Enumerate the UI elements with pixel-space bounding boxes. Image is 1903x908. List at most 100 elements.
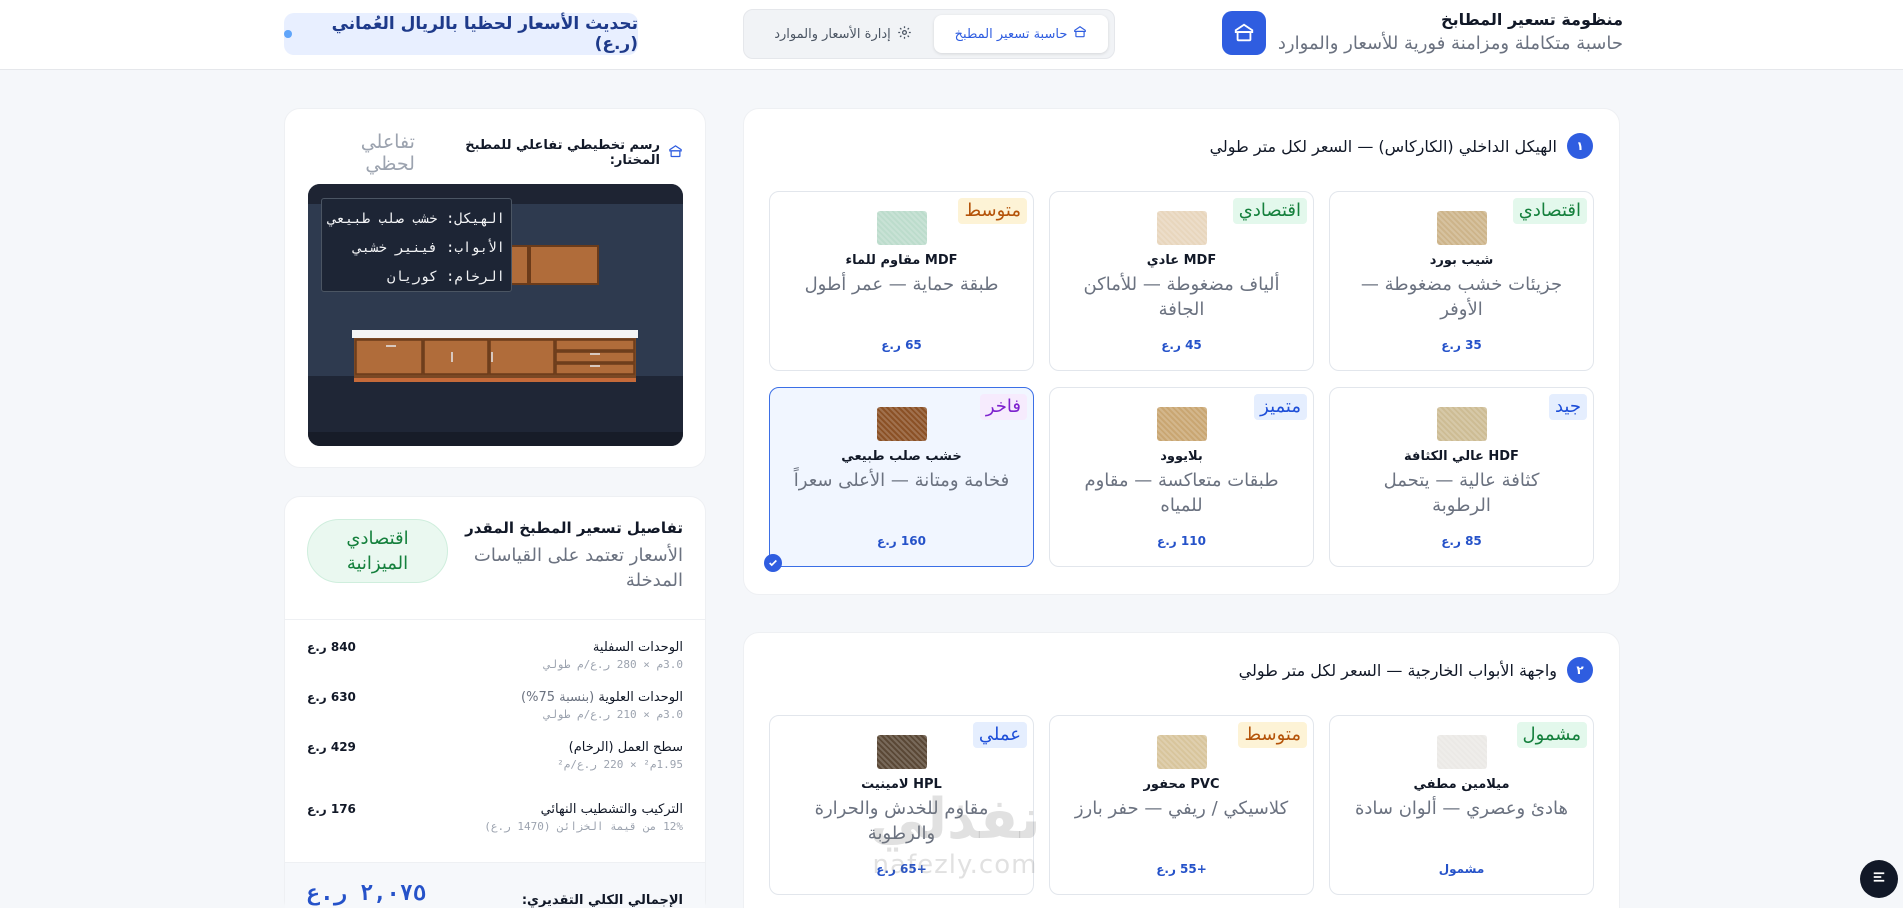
material-card-chipboard[interactable]: اقتصادي شيب بورد جزيئات خشب مضغوطة — الأ… — [1329, 191, 1594, 371]
main-nav: حاسبة تسعير المطبخ إدارة الأسعار والموار… — [743, 9, 1115, 59]
material-desc: فخامة ومتانة — الأعلى سعراً — [793, 470, 1010, 491]
material-price: +65 ر.ع — [876, 862, 927, 876]
legend-row-marble: الرخام: كوريان — [386, 269, 505, 285]
brand: منظومة تسعير المطابخ حاسبة متكاملة ومزام… — [1221, 10, 1623, 56]
tab-label: حاسبة تسعير المطبخ — [954, 26, 1068, 42]
material-swatch — [1156, 407, 1207, 441]
section-number: ٢ — [1567, 657, 1593, 683]
material-swatch — [1436, 211, 1487, 245]
price-row-upper-units: الوحدات العلوية (بنسبة 75%) 3.0م × 210 ر… — [307, 690, 683, 721]
door-card-matte-melamine[interactable]: مشمول ميلامين مطفي هادئ وعصري — ألوان سا… — [1329, 715, 1594, 895]
tab-label: إدارة الأسعار والموارد — [774, 26, 891, 42]
pricing-subtitle: الأسعار تعتمد على القياسات المدخلة — [473, 545, 683, 591]
kitchen-sketch: الهيكل: خشب صلب طبيعي الأبواب: فينير خشب… — [308, 184, 683, 446]
section-number: ١ — [1567, 133, 1593, 159]
tier-badge: اقتصادي — [1512, 198, 1587, 224]
gear-icon — [897, 25, 912, 44]
material-desc: جزيئات خشب مضغوطة — الأوفر — [1360, 274, 1563, 320]
app-header: منظومة تسعير المطابخ حاسبة متكاملة ومزام… — [0, 0, 1903, 70]
row-amount: 176 ر.ع — [307, 802, 356, 816]
section-header: ٢ واجهة الأبواب الخارجية — السعر لكل متر… — [1239, 657, 1593, 683]
material-price: 65 ر.ع — [881, 338, 922, 352]
price-row-countertop: سطح العمل (الرخام) 1.95م² × 220 ر.ع/م² 4… — [307, 740, 683, 771]
material-price: 85 ر.ع — [1441, 534, 1482, 548]
price-row-installation: التركيب والتشطيب النهائي 12% من قيمة الخ… — [307, 802, 683, 833]
row-name: سطح العمل (الرخام) — [568, 740, 683, 755]
material-desc: كلاسيكي / ريفي — حفر بارز — [1074, 798, 1289, 819]
kitchen-icon — [1221, 11, 1266, 55]
row-amount: 429 ر.ع — [307, 740, 356, 754]
section-header: ١ الهيكل الداخلي (الكاركاس) — السعر لكل … — [1210, 133, 1593, 159]
divider — [285, 619, 705, 620]
tier-badge: متميز — [1254, 394, 1307, 420]
budget-badge: اقتصادي الميزانية — [307, 519, 448, 583]
material-card-plywood[interactable]: متميز بلايوود طبقات متعاكسة — مقاوم للمي… — [1049, 387, 1314, 567]
material-title: PVC محفور — [1143, 777, 1220, 792]
total-label: الإجمالي الكلي التقديري: — [521, 893, 683, 908]
material-card-solid-wood[interactable]: فاخر خشب صلب طبيعي فخامة ومتانة — الأعلى… — [764, 387, 1034, 572]
row-calc: 3.0م × 210 ر.ع/م طولي — [543, 708, 683, 721]
live-label: تفاعلي لحظي — [360, 131, 415, 175]
material-card-hdf[interactable]: جيد HDF عالي الكثافة كثافة عالية — يتحمل… — [1329, 387, 1594, 567]
material-swatch — [876, 407, 927, 441]
material-card-mdf[interactable]: اقتصادي MDF عادي ألياف مضغوطة — للأماكن … — [1049, 191, 1314, 371]
material-price: 110 ر.ع — [1157, 534, 1206, 548]
tier-badge: مشمول — [1516, 722, 1587, 748]
material-price: 45 ر.ع — [1161, 338, 1202, 352]
price-row-base-units: الوحدات السفلية 3.0م × 280 ر.ع/م طولي 84… — [307, 640, 683, 671]
menu-icon — [1870, 868, 1888, 890]
brand-subtitle: حاسبة متكاملة ومزامنة فورية للأسعار والم… — [1277, 33, 1623, 54]
row-name: التركيب والتشطيب النهائي — [540, 802, 683, 817]
kitchen-icon — [1073, 25, 1087, 43]
material-swatch — [1156, 211, 1207, 245]
tier-badge: متوسط — [1238, 722, 1307, 748]
material-desc: هادئ وعصري — ألوان سادة — [1354, 798, 1569, 819]
status-text: تحديث الأسعار لحظيا بالريال العُماني (ر.… — [331, 14, 638, 54]
legend-row-carcass: الهيكل: خشب صلب طبيعي — [327, 211, 505, 227]
row-amount: 840 ر.ع — [307, 640, 356, 654]
material-price: +55 ر.ع — [1156, 862, 1207, 876]
material-card-mdf-water-resistant[interactable]: متوسط MDF مقاوم للماء طبقة حماية — عمر أ… — [769, 191, 1034, 371]
door-card-hpl-laminate[interactable]: عملي HPL لامينيت مقاوم للخدش والحرارة وا… — [769, 715, 1034, 895]
material-swatch — [1436, 407, 1487, 441]
material-title: MDF عادي — [1146, 253, 1217, 268]
material-price: 35 ر.ع — [1441, 338, 1482, 352]
material-swatch — [876, 735, 927, 769]
material-legend: الهيكل: خشب صلب طبيعي الأبواب: فينير خشب… — [321, 198, 512, 292]
total-bar: الإجمالي الكلي التقديري: ٢,٠٧٥ ر.ع — [285, 862, 705, 908]
row-note: (بنسبة 75%) — [521, 690, 595, 705]
tier-badge: جيد — [1548, 394, 1587, 420]
material-title: MDF مقاوم للماء — [845, 253, 958, 268]
total-amount: ٢,٠٧٥ ر.ع — [307, 881, 427, 906]
door-card-pvc-carved[interactable]: متوسط PVC محفور كلاسيكي / ريفي — حفر بار… — [1049, 715, 1314, 895]
check-icon — [764, 554, 782, 572]
material-desc: كثافة عالية — يتحمل الرطوبة — [1383, 470, 1540, 516]
carcass-section: ١ الهيكل الداخلي (الكاركاس) — السعر لكل … — [743, 108, 1620, 595]
material-title: ميلامين مطفي — [1413, 777, 1510, 792]
sketch-title-text: رسم تخطيطي تفاعلي للمطبخ المختار: — [465, 138, 660, 168]
material-title: شيب بورد — [1429, 253, 1494, 268]
material-swatch — [1436, 735, 1487, 769]
live-update-status: تحديث الأسعار لحظيا بالريال العُماني (ر.… — [284, 13, 638, 55]
kitchen-icon — [668, 144, 683, 163]
material-title: HDF عالي الكثافة — [1404, 449, 1519, 464]
tier-badge: متوسط — [958, 198, 1027, 224]
tab-price-management[interactable]: إدارة الأسعار والموارد — [758, 15, 928, 53]
tab-kitchen-calculator[interactable]: حاسبة تسعير المطبخ — [934, 15, 1108, 53]
material-price: مشمول — [1438, 862, 1485, 876]
door-options: مشمول ميلامين مطفي هادئ وعصري — ألوان سا… — [768, 715, 1594, 895]
menu-button[interactable] — [1860, 860, 1898, 898]
section-title: الهيكل الداخلي (الكاركاس) — السعر لكل مت… — [1209, 136, 1557, 156]
tier-badge: فاخر — [979, 394, 1027, 420]
material-desc: مقاوم للخدش والحرارة والرطوبة — [814, 798, 989, 844]
brand-title: منظومة تسعير المطابخ — [1441, 10, 1623, 29]
tier-badge: اقتصادي — [1232, 198, 1307, 224]
material-desc: طبقات متعاكسة — مقاوم للمياه — [1084, 470, 1279, 516]
material-desc: ألياف مضغوطة — للأماكن الجافة — [1083, 274, 1280, 320]
row-calc: 1.95م² × 220 ر.ع/م² — [557, 758, 683, 771]
section-title: واجهة الأبواب الخارجية — السعر لكل متر ط… — [1238, 660, 1557, 680]
material-title: HPL لامينيت — [861, 777, 942, 792]
sketch-title: رسم تخطيطي تفاعلي للمطبخ المختار: — [415, 138, 683, 168]
material-swatch — [1156, 735, 1207, 769]
row-name: الوحدات السفلية — [592, 640, 683, 655]
